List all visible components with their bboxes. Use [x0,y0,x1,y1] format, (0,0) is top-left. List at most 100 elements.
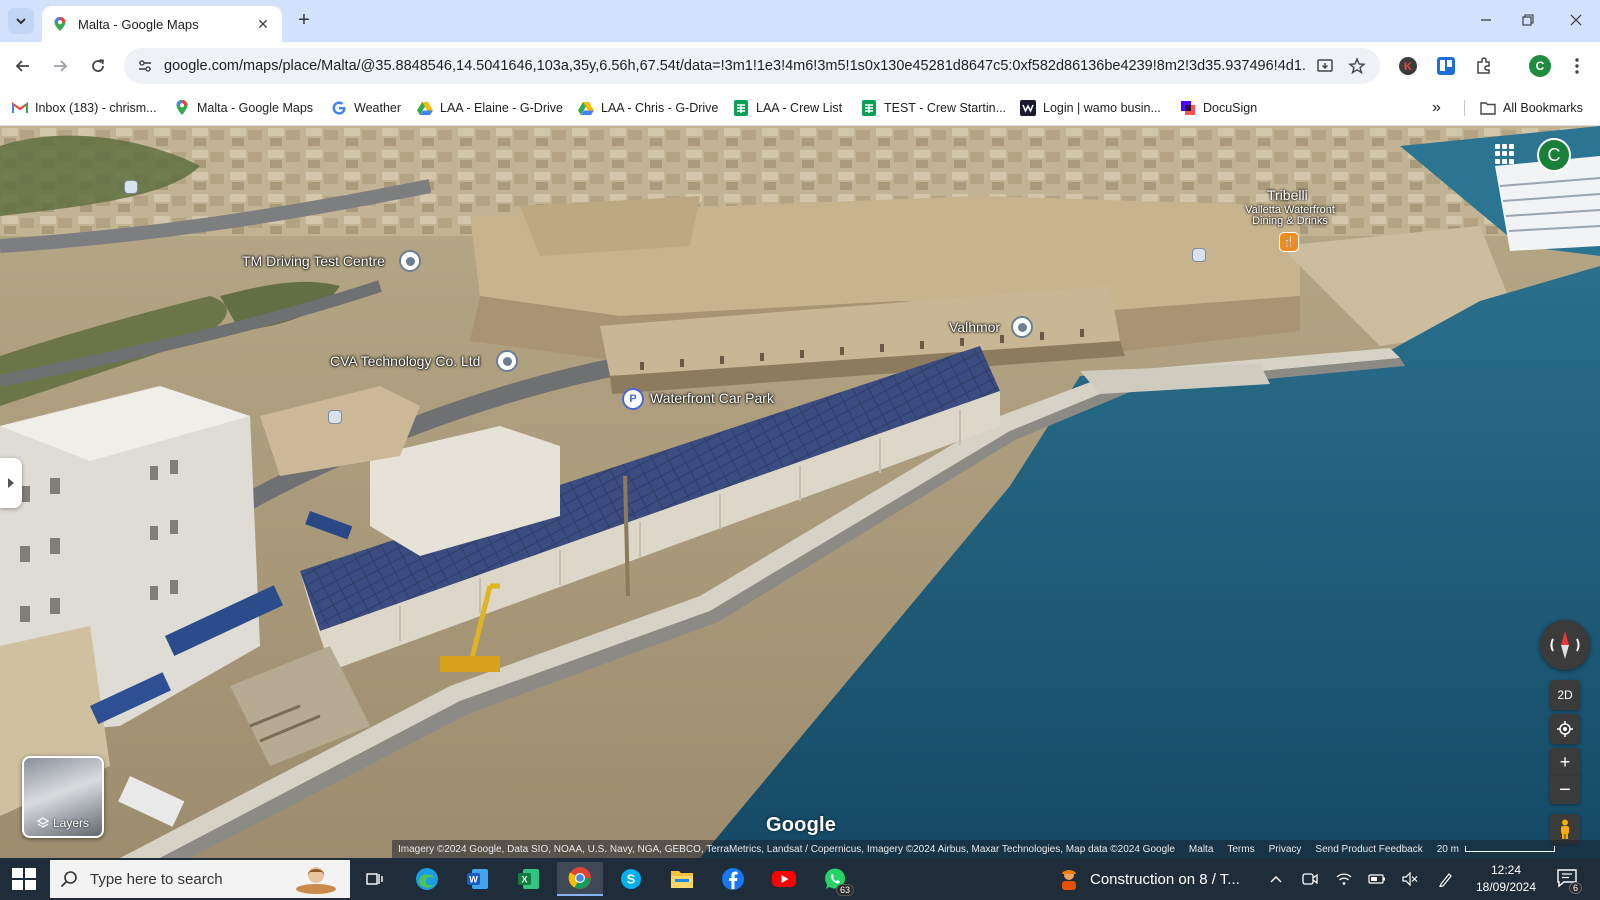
taskbar-file-explorer[interactable] [659,862,705,896]
url-text[interactable]: google.com/maps/place/Malta/@35.8848546,… [164,58,1306,74]
news-weather-widget[interactable]: Construction on 8 / T... [1056,862,1240,896]
taskbar-excel[interactable]: X [506,862,552,896]
windows-start-button[interactable] [10,866,38,892]
bookmark-malta-maps[interactable]: Malta - Google Maps [174,97,313,119]
place-label-tm-driving[interactable]: TM Driving Test Centre [242,253,385,269]
pen-workspace-icon[interactable] [1437,870,1455,888]
layers-button[interactable]: Layers [22,756,104,838]
account-avatar[interactable]: C [1537,138,1571,172]
folder-icon [671,871,693,888]
expand-side-panel-button[interactable] [0,458,22,508]
taskbar-facebook[interactable] [710,862,756,896]
address-bar[interactable]: google.com/maps/place/Malta/@35.8848546,… [124,48,1380,84]
terms-link[interactable]: Terms [1227,844,1254,855]
site-info-icon[interactable] [134,55,156,77]
restaurant-pin-icon[interactable]: 🍴 [1279,232,1299,252]
privacy-link[interactable]: Privacy [1269,844,1302,855]
pin-dot-icon [502,356,512,366]
extensions-puzzle-icon[interactable] [1473,55,1495,77]
place-label-cva[interactable]: CVA Technology Co. Ltd [330,353,480,369]
battery-icon[interactable] [1368,870,1386,888]
place-pin-cva[interactable] [496,350,518,372]
notification-count-badge: 6 [1568,882,1582,894]
bookmark-label: LAA - Elaine - G-Drive [440,101,563,115]
bus-stop-icon[interactable] [328,410,342,424]
wifi-icon[interactable] [1335,870,1353,888]
map-canvas[interactable]: TM Driving Test Centre CVA Technology Co… [0,126,1600,858]
bookmark-test-crew[interactable]: TEST - Crew Startin... [861,97,1006,119]
scale-control[interactable]: 20 m [1437,844,1555,855]
bus-stop-icon[interactable] [1192,248,1206,262]
bookmark-inbox[interactable]: Inbox (183) - chrism... [12,97,157,119]
scale-bar [1464,846,1555,852]
feedback-link[interactable]: Send Product Feedback [1315,844,1422,855]
restore-button[interactable] [1508,8,1548,32]
trello-extension-icon[interactable] [1435,55,1457,77]
bus-stop-icon[interactable] [124,180,138,194]
region-link[interactable]: Malta [1189,844,1213,855]
close-window-button[interactable] [1556,8,1596,32]
place-label-valhmor[interactable]: Valhmor [949,319,1000,335]
reload-icon [92,59,105,72]
show-hidden-icons-chevron-icon[interactable] [1267,870,1285,888]
taskbar-edge[interactable] [404,862,450,896]
google-drive-icon [578,100,594,116]
taskbar-chrome[interactable] [557,862,603,896]
bookmark-star-icon[interactable] [1344,53,1370,79]
back-button[interactable] [9,52,37,80]
taskbar-search-box[interactable]: Type here to search [50,860,350,898]
tab-search-dropdown-button[interactable] [8,8,34,34]
place-pin-tm-driving[interactable] [399,250,421,272]
tab-close-button[interactable]: ✕ [254,16,272,33]
reload-button[interactable] [84,52,112,80]
volume-muted-icon[interactable] [1401,870,1419,888]
bookmarks-overflow-button[interactable]: » [1432,97,1441,119]
install-app-icon[interactable] [1312,53,1338,79]
bookmark-laa-crew-list[interactable]: LAA - Crew List [733,97,842,119]
google-drive-icon [417,100,433,116]
bookmark-laa-chris[interactable]: LAA - Chris - G-Drive [578,97,718,119]
bookmark-docusign[interactable]: DocuSign [1180,97,1257,119]
windows-taskbar: Type here to search W X S 63 Constructio… [0,858,1600,900]
bookmark-label: LAA - Chris - G-Drive [601,101,719,115]
parking-pin[interactable]: P [622,388,644,410]
system-clock[interactable]: 12:24 18/09/2024 [1466,862,1546,896]
svg-text:W: W [469,875,478,885]
minimize-button[interactable] [1466,8,1506,32]
clock-date: 18/09/2024 [1475,880,1537,894]
place-pin-valhmor[interactable] [1011,316,1033,338]
k-extension-icon[interactable]: K [1397,55,1419,77]
taskbar-word[interactable]: W [455,862,501,896]
svg-text:S: S [627,872,636,887]
zoom-out-button[interactable]: − [1550,776,1580,804]
tab-title: Malta - Google Maps [78,16,199,32]
place-label-tribelli[interactable]: Tribelli [1267,187,1308,203]
bookmark-laa-elaine[interactable]: LAA - Elaine - G-Drive [417,97,563,119]
compass-button[interactable] [1540,620,1590,670]
kebab-menu-icon[interactable] [1566,55,1588,77]
taskbar-whatsapp[interactable]: 63 [812,862,858,896]
meet-now-camera-icon[interactable] [1301,870,1319,888]
taskbar-youtube[interactable] [761,862,807,896]
layers-label-row: Layers [24,816,102,830]
google-sheets-icon [861,100,877,116]
bookmark-wamo-login[interactable]: Login | wamo busin... [1020,97,1161,119]
profile-avatar[interactable]: C [1529,55,1551,77]
active-tab[interactable]: Malta - Google Maps ✕ [42,6,282,42]
place-label-car-park[interactable]: Waterfront Car Park [650,390,774,406]
bookmark-weather[interactable]: Weather [331,97,401,119]
taskbar-skype[interactable]: S [608,862,654,896]
close-icon [1570,14,1582,26]
task-view-button[interactable] [352,862,398,896]
new-tab-button[interactable]: + [292,9,316,33]
minimize-icon [1481,19,1491,21]
notification-center-button[interactable]: 6 [1556,868,1582,894]
all-bookmarks-button[interactable]: All Bookmarks [1480,97,1583,119]
zoom-in-button[interactable]: + [1550,748,1580,776]
imagery-credits: Imagery ©2024 Google, Data SIO, NOAA, U.… [398,843,1175,855]
chevron-down-icon [16,18,26,25]
forward-button[interactable] [46,52,74,80]
toggle-2d-button[interactable]: 2D [1550,680,1580,710]
google-apps-grid-icon[interactable] [1495,144,1515,164]
my-location-button[interactable] [1550,714,1580,744]
